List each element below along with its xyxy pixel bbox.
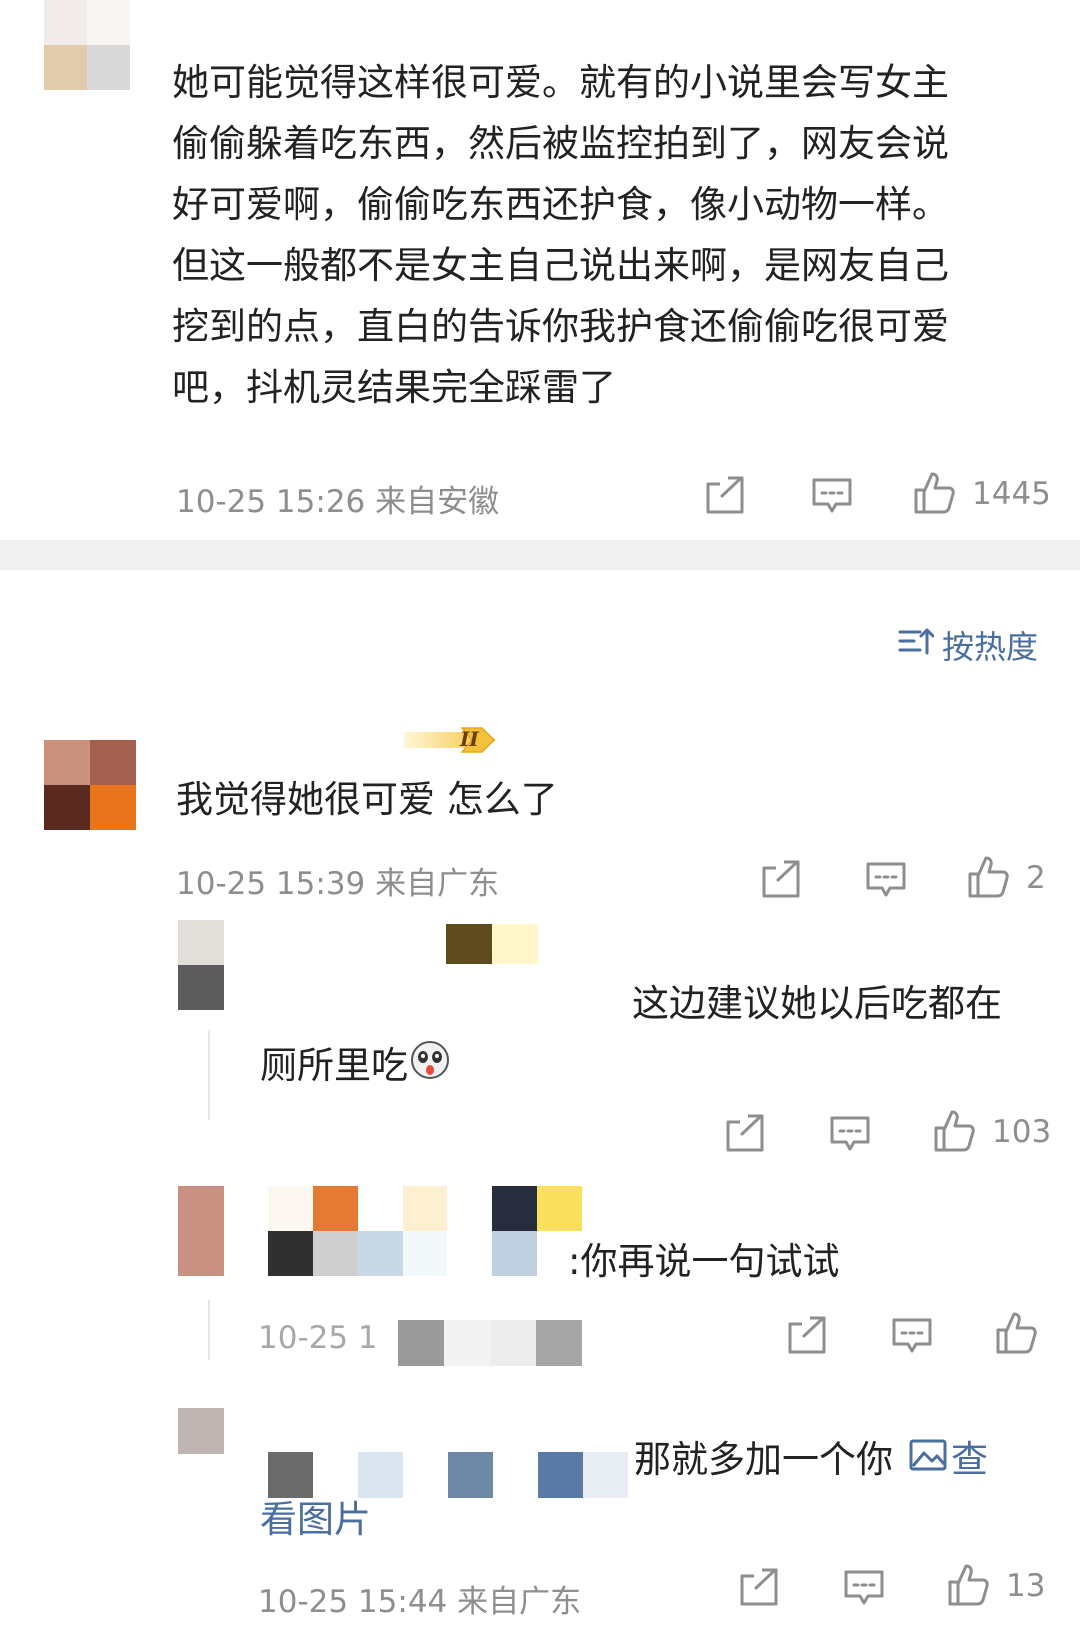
- reply-meta-partial: 10-25 1: [258, 1320, 378, 1356]
- reply-meta: 10-25 15:44 来自广东: [258, 1584, 582, 1620]
- like-count: 103: [992, 1114, 1052, 1150]
- reply-text-line2: 厕所里吃: [260, 1040, 450, 1092]
- thread-line: [208, 1300, 210, 1360]
- view-image-link-prefix[interactable]: 查: [951, 1436, 988, 1484]
- reply-text: :你再说一句试试: [568, 1240, 840, 1283]
- top-comment-line: 偷偷躲着吃东西，然后被监控拍到了，网友会说: [172, 122, 949, 165]
- reply-text-line1: 这边建议她以后吃都在: [632, 982, 1002, 1025]
- top-comment-text: 她可能觉得这样很可爱。就有的小说里会写女主 偷偷躲着吃东西，然后被监控拍到了，网…: [172, 52, 1052, 418]
- comment-icon[interactable]: [842, 1568, 886, 1608]
- reply-text-content: 那就多加一个你: [634, 1438, 893, 1481]
- comment-icon[interactable]: [890, 1316, 934, 1356]
- section-divider: [0, 540, 1080, 570]
- comment-meta: 10-25 15:39 来自广东: [176, 866, 500, 902]
- like-icon[interactable]: [966, 854, 1010, 900]
- reply-text: 那就多加一个你 查: [634, 1436, 988, 1484]
- level-badge: II: [402, 726, 500, 754]
- sort-by-heat-button[interactable]: 按热度: [898, 622, 1038, 668]
- like-count: 13: [1006, 1568, 1046, 1604]
- like-icon[interactable]: [912, 470, 956, 516]
- image-icon: [909, 1436, 947, 1484]
- avatar[interactable]: [178, 1186, 224, 1276]
- view-image-link[interactable]: 查: [909, 1436, 988, 1484]
- top-comment-line: 吧，抖机灵结果完全踩雷了: [172, 366, 616, 409]
- comment-icon[interactable]: [864, 860, 908, 900]
- redacted-username: [268, 1452, 628, 1498]
- top-comment-line: 挖到的点，直白的告诉你我护食还偷偷吃很可爱: [172, 305, 949, 348]
- share-icon[interactable]: [760, 858, 802, 898]
- like-icon[interactable]: [946, 1562, 990, 1608]
- top-comment-line: 但这一般都不是女主自己说出来啊，是网友自己: [172, 244, 949, 287]
- comment-icon[interactable]: [828, 1114, 872, 1154]
- like-count: 1445: [972, 476, 1051, 512]
- doge-emoji: [410, 1040, 450, 1092]
- avatar[interactable]: [178, 1408, 224, 1454]
- comment-icon[interactable]: [810, 476, 854, 516]
- top-comment-line: 她可能觉得这样很可爱。就有的小说里会写女主: [172, 61, 949, 104]
- share-icon[interactable]: [786, 1314, 828, 1354]
- share-icon[interactable]: [724, 1112, 766, 1152]
- redacted-username: [446, 924, 538, 964]
- top-comment-line: 好可爱啊，偷偷吃东西还护食，像小动物一样。: [172, 183, 949, 226]
- share-icon[interactable]: [704, 474, 746, 514]
- thread-line: [208, 1030, 210, 1120]
- sort-label: 按热度: [942, 628, 1039, 666]
- reply-text-line2-content: 厕所里吃: [260, 1044, 408, 1087]
- comment-text: 我觉得她很可爱 怎么了: [176, 778, 558, 821]
- view-image-link-continued[interactable]: 看图片: [260, 1496, 371, 1544]
- redacted-username: [268, 1186, 582, 1276]
- like-count: 2: [1026, 860, 1046, 896]
- avatar[interactable]: [44, 740, 136, 830]
- share-icon[interactable]: [738, 1566, 780, 1606]
- top-comment-meta: 10-25 15:26 来自安徽: [176, 484, 500, 520]
- sort-icon: [898, 626, 935, 664]
- like-icon[interactable]: [994, 1310, 1038, 1356]
- redacted-meta: [398, 1320, 582, 1366]
- avatar-top[interactable]: [44, 0, 130, 90]
- level-badge-text: II: [460, 727, 479, 751]
- avatar[interactable]: [178, 920, 224, 1010]
- like-icon[interactable]: [932, 1108, 976, 1154]
